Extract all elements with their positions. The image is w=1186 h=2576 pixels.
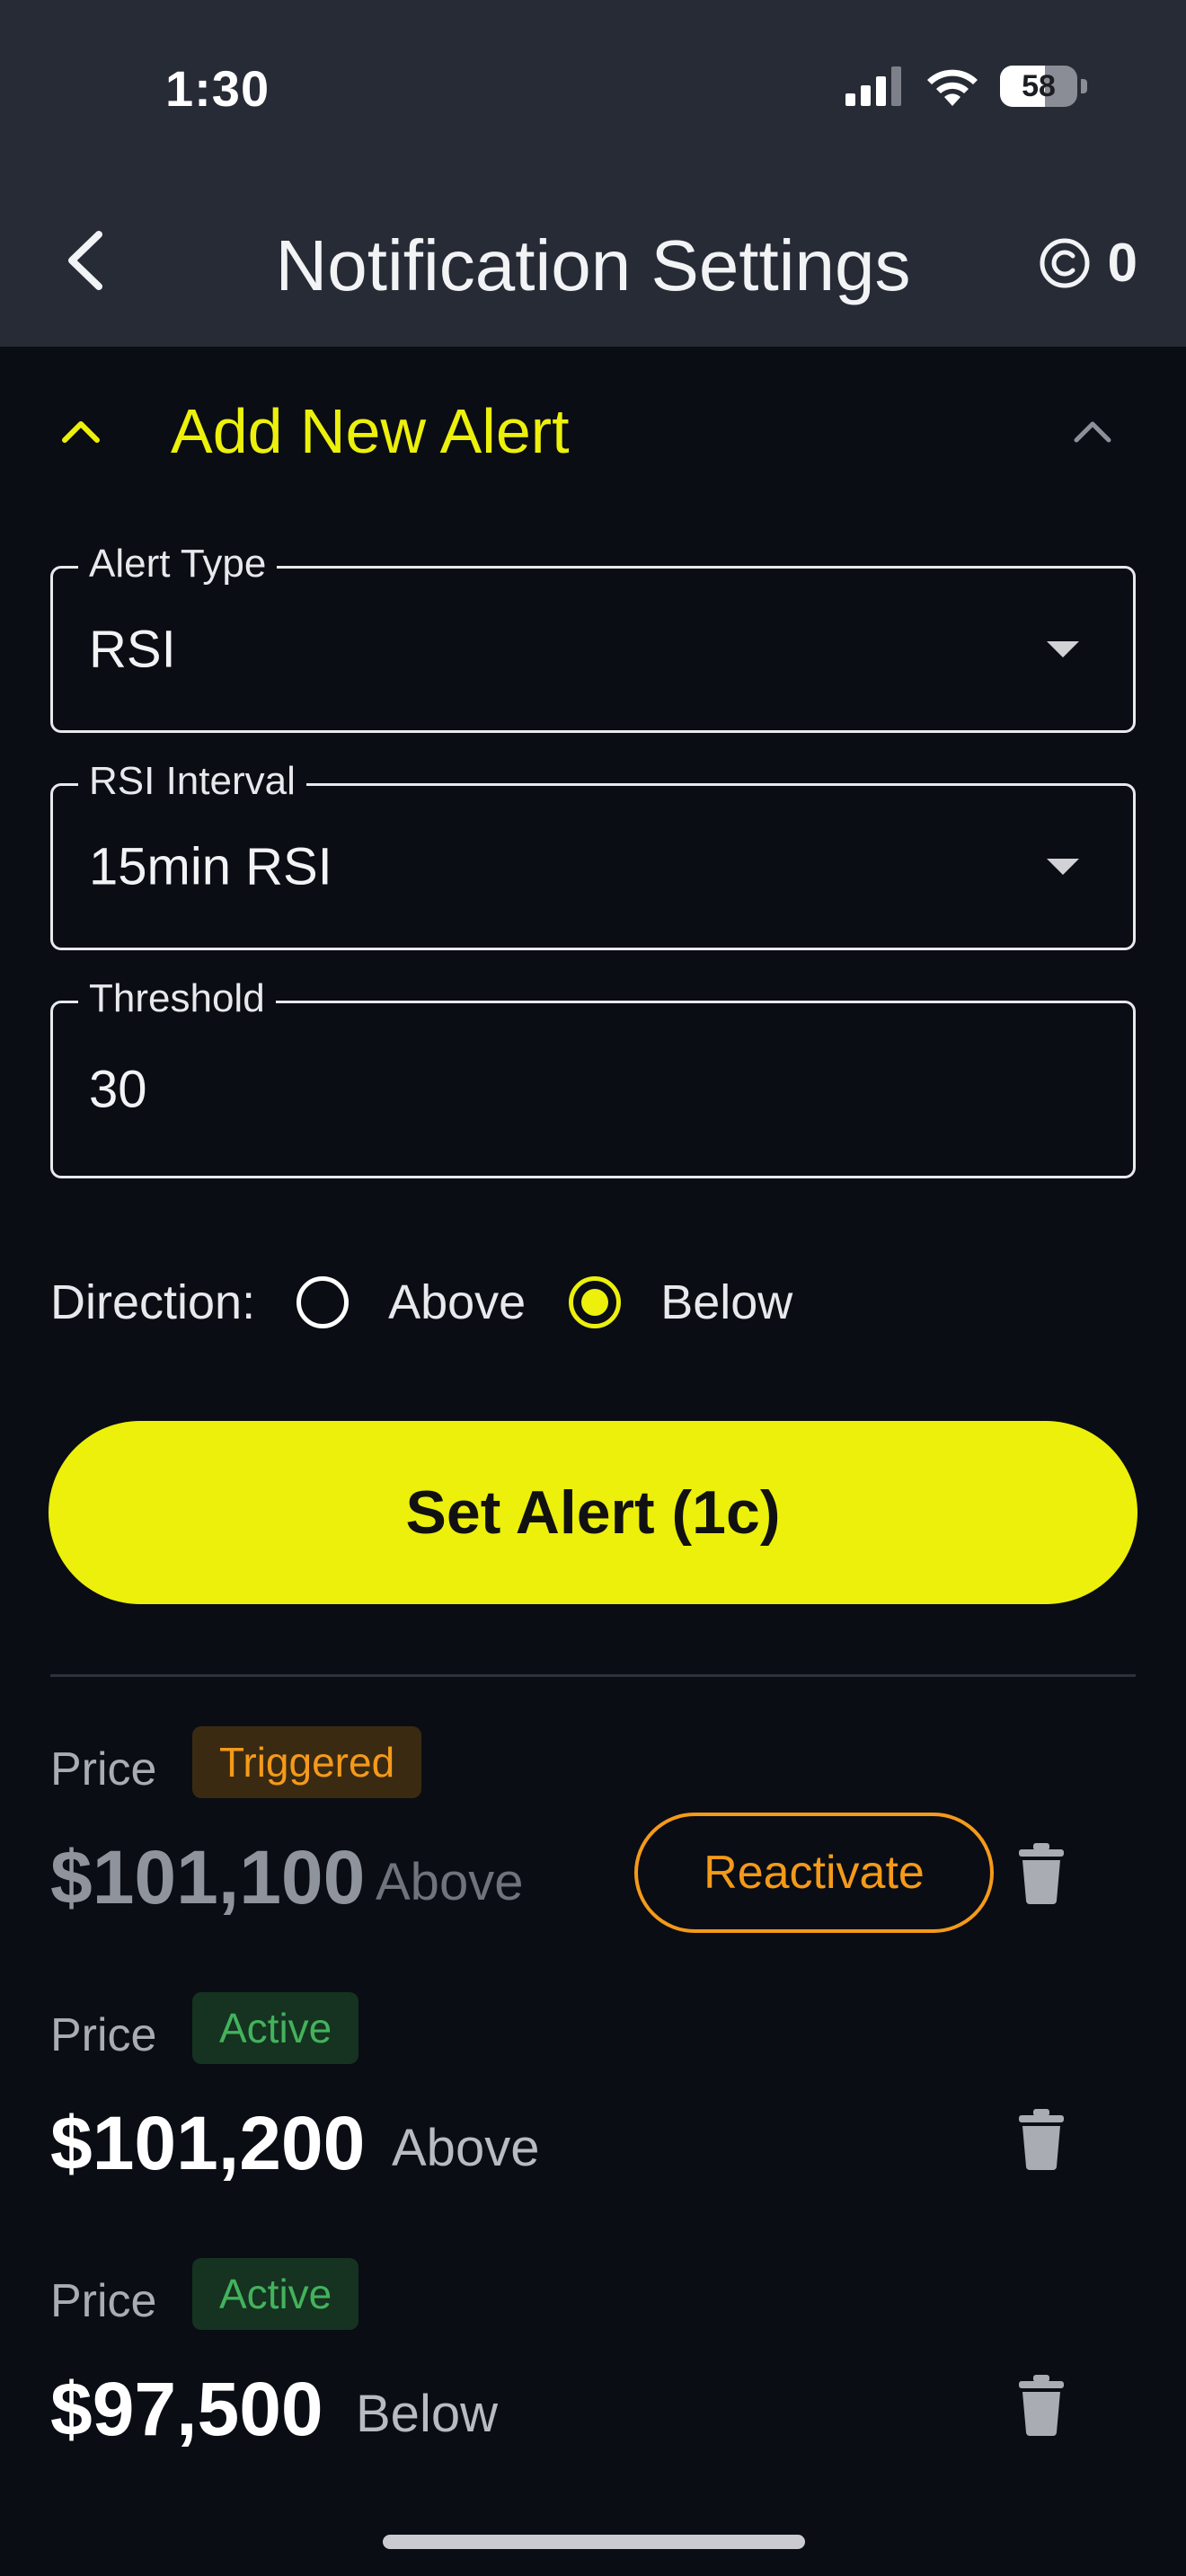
dropdown-caret-icon [1047,641,1079,657]
status-badge: Active [192,2258,359,2330]
alert-type: Price [50,2009,157,2061]
alert-direction: Above [376,1853,524,1911]
app-header: 1:30 58 Notification Settings 0 [0,0,1186,347]
alert-type-label: Alert Type [78,542,278,587]
notification-settings-screen: 1:30 58 Notification Settings 0 Add New … [0,0,1186,2576]
trash-icon[interactable] [1017,2375,1066,2436]
direction-radio-group: Direction: Above Below [50,1266,836,1338]
direction-label: Direction: [50,1275,256,1329]
section-divider [50,1674,1136,1677]
alert-direction: Above [392,2119,540,2177]
battery-tip [1081,79,1087,93]
trash-icon[interactable] [1017,1843,1066,1904]
direction-below-radio[interactable] [569,1276,622,1328]
direction-below-label[interactable]: Below [660,1275,792,1330]
direction-above-label[interactable]: Above [388,1275,526,1330]
status-badge: Triggered [192,1726,422,1798]
status-time: 1:30 [165,60,270,117]
rsi-interval-select[interactable]: RSI Interval 15min RSI [50,759,1136,950]
rsi-interval-label: RSI Interval [78,759,306,804]
trash-icon[interactable] [1017,2109,1066,2170]
alert-type: Price [50,1743,157,1795]
alert-type-value: RSI [89,620,176,679]
page-title: Notification Settings [275,225,911,305]
dropdown-caret-icon [1047,859,1079,875]
chevron-up-icon [62,421,100,443]
section-title: Add New Alert [171,396,570,466]
collapse-chevron-icon[interactable] [1071,417,1114,446]
alert-direction: Below [356,2385,498,2443]
reactivate-button[interactable]: Reactivate [634,1813,994,1933]
battery-indicator: 58 [1000,66,1077,107]
battery-level: 58 [1022,69,1056,103]
alert-type: Price [50,2275,157,2327]
alert-item: Price Triggered $101,100 Above Reactivat… [50,1726,1136,1951]
threshold-value[interactable]: 30 [89,1060,147,1120]
alert-item: Price Active $101,200 Above [50,1992,1136,2217]
credits-balance[interactable]: 0 [1038,232,1137,294]
alert-item: Price Active $97,500 Below [50,2258,1136,2483]
set-alert-button[interactable]: Set Alert (1c) [49,1421,1137,1604]
copyright-icon [1040,238,1090,287]
add-alert-section-toggle[interactable]: Add New Alert [50,386,1136,476]
direction-above-radio[interactable] [296,1276,350,1328]
status-badge: Active [192,1992,359,2064]
threshold-input[interactable]: Threshold 30 [50,976,1136,1178]
rsi-interval-value: 15min RSI [89,837,332,896]
alert-type-select[interactable]: Alert Type RSI [50,542,1136,733]
alert-price: $101,100 [50,1835,366,1919]
alert-price: $97,500 [50,2367,323,2451]
credits-count: 0 [1107,233,1137,293]
wifi-icon [927,69,978,106]
home-indicator[interactable] [383,2535,805,2549]
alert-price: $101,200 [50,2101,366,2185]
threshold-label: Threshold [78,976,276,1021]
cellular-signal-icon [845,66,901,106]
status-icons: 58 [845,61,1087,111]
